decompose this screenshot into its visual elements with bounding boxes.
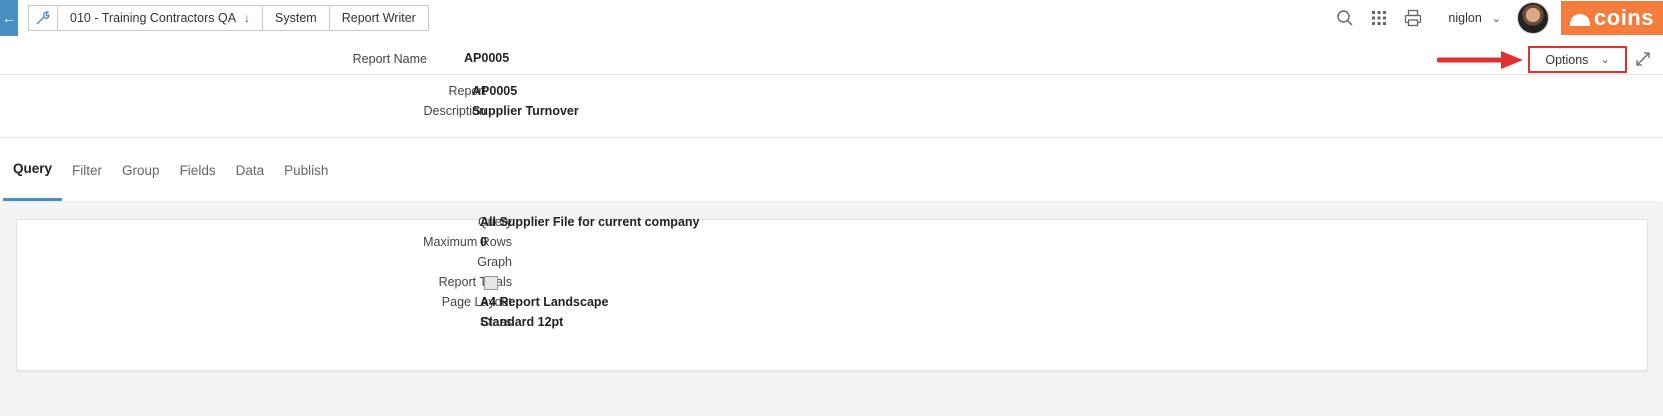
tab-data[interactable]: Data xyxy=(226,139,275,201)
class-row: Class Standard 12pt xyxy=(16,315,1016,333)
tab-data-label: Data xyxy=(235,162,265,178)
query-fields: Query All Supplier File for current comp… xyxy=(16,215,1016,355)
query-value[interactable]: All Supplier File for current company xyxy=(480,215,699,229)
breadcrumb-company[interactable]: 010 - Training Contractors QA ↓ xyxy=(57,5,264,31)
tab-group[interactable]: Group xyxy=(112,139,170,201)
printer-icon xyxy=(1405,9,1422,27)
tab-query-label: Query xyxy=(13,161,53,176)
graph-row: Graph xyxy=(16,255,1016,273)
breadcrumb-system[interactable]: System xyxy=(262,5,330,31)
options-label: Options xyxy=(1545,52,1589,67)
expand-icon xyxy=(1636,52,1650,66)
maximum-rows-label: Maximum Rows xyxy=(423,235,512,249)
tab-bar: Query Filter Group Fields Data Publish xyxy=(0,139,1663,201)
grid-icon xyxy=(1372,11,1387,25)
report-name-value: AP0005 xyxy=(464,51,510,65)
report-header-fields: Report AP0005 Description Supplier Turno… xyxy=(0,76,1663,138)
breadcrumb-home[interactable] xyxy=(28,5,58,31)
breadcrumb-company-label: 010 - Training Contractors QA xyxy=(70,11,237,25)
username: niglon xyxy=(1448,11,1482,25)
avatar[interactable] xyxy=(1517,2,1549,34)
class-value[interactable]: Standard 12pt xyxy=(480,315,563,329)
maximum-rows-row: Maximum Rows 0 xyxy=(16,235,1016,253)
coins-logo: coins xyxy=(1561,1,1663,35)
tab-query[interactable]: Query xyxy=(3,139,63,201)
expand-button[interactable] xyxy=(1632,48,1654,70)
print-button[interactable] xyxy=(1396,1,1430,35)
tab-publish[interactable]: Publish xyxy=(274,139,338,201)
arrow-left-icon: ← xyxy=(2,10,16,26)
tab-filter-label: Filter xyxy=(72,162,103,178)
report-name-row: Report Name AP0005 Options ⌄ xyxy=(0,38,1663,75)
apps-button[interactable] xyxy=(1362,1,1396,35)
tab-filter[interactable]: Filter xyxy=(62,139,112,201)
breadcrumb-report-writer-label: Report Writer xyxy=(341,11,416,25)
logo-text: coins xyxy=(1594,5,1654,30)
chevron-down-icon: ⌄ xyxy=(1491,12,1501,25)
page-layout-row: Page Layout A4 Report Landscape xyxy=(16,295,1016,313)
description-value: Supplier Turnover xyxy=(472,104,579,118)
search-button[interactable] xyxy=(1328,1,1362,35)
breadcrumb: 010 - Training Contractors QA ↓ System R… xyxy=(28,5,429,31)
report-totals-label: Report Totals xyxy=(438,275,512,289)
arrow-down-icon: ↓ xyxy=(244,11,251,25)
user-menu[interactable]: niglon ⌄ xyxy=(1448,11,1501,25)
breadcrumb-report-writer[interactable]: Report Writer xyxy=(328,5,429,31)
report-name-label: Report Name xyxy=(352,52,427,66)
query-row: Query All Supplier File for current comp… xyxy=(16,215,1016,233)
chevron-down-icon: ⌄ xyxy=(1600,54,1610,66)
options-button[interactable]: Options ⌄ xyxy=(1528,46,1627,73)
tab-fields-label: Fields xyxy=(179,162,216,178)
report-totals-checkbox[interactable] xyxy=(484,276,498,290)
report-totals-row: Report Totals xyxy=(16,275,1016,293)
wrench-icon xyxy=(36,11,50,25)
description-field-row: Description Supplier Turnover xyxy=(0,104,800,122)
top-bar: ← 010 - Training Contractors QA ↓ System… xyxy=(0,0,1663,38)
logo-dome-icon xyxy=(1570,14,1591,26)
tab-publish-label: Publish xyxy=(284,162,329,178)
tab-fields[interactable]: Fields xyxy=(170,139,226,201)
graph-label: Graph xyxy=(477,255,512,269)
report-value: AP0005 xyxy=(472,84,518,98)
top-right-toolbar: niglon ⌄ coins xyxy=(1328,0,1663,36)
report-field-row: Report AP0005 xyxy=(0,84,800,102)
back-button[interactable]: ← xyxy=(0,0,18,36)
search-icon xyxy=(1337,10,1353,26)
breadcrumb-system-label: System xyxy=(275,11,317,25)
page-layout-value[interactable]: A4 Report Landscape xyxy=(480,295,609,309)
tab-group-label: Group xyxy=(122,162,160,178)
annotation-arrow-icon xyxy=(1437,51,1523,69)
maximum-rows-value[interactable]: 0 xyxy=(480,235,487,249)
